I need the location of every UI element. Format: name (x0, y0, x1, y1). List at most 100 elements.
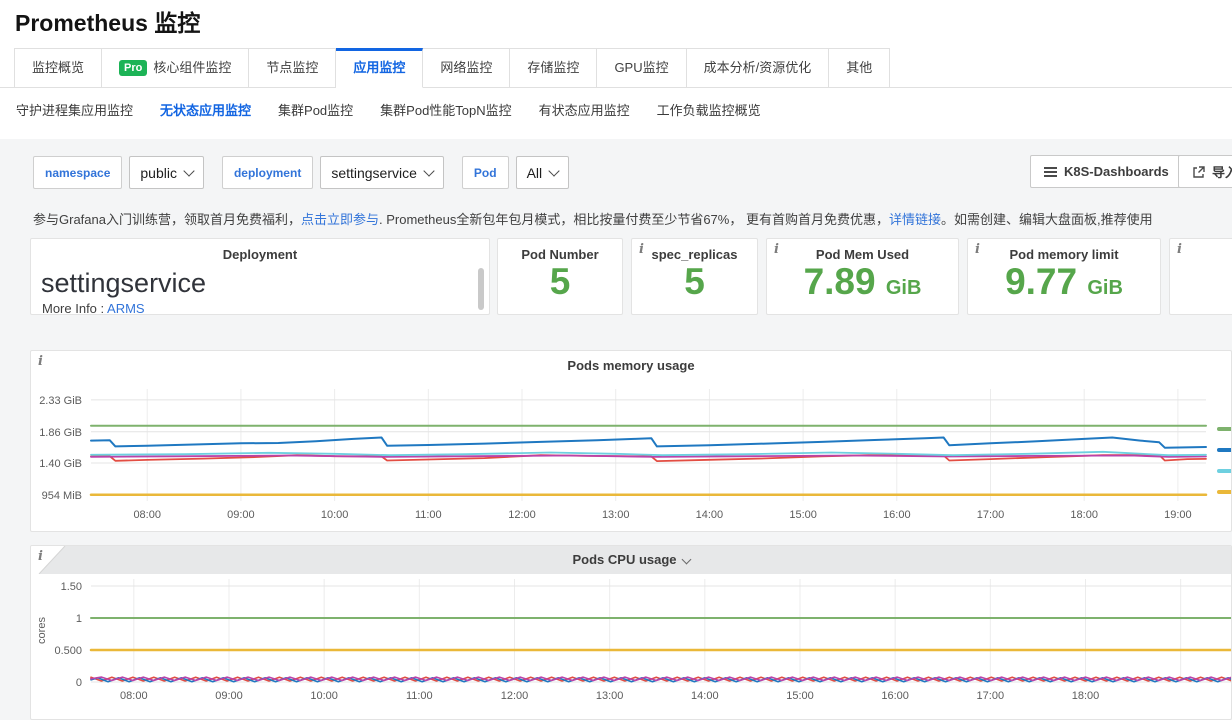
stat-panel-spec-replicas: i spec_replicas 5 (631, 238, 758, 315)
pod-number-value: 5 (498, 263, 622, 302)
info-icon[interactable]: i (38, 549, 43, 564)
svg-text:16:00: 16:00 (881, 690, 909, 702)
details-link[interactable]: 详情链接 (889, 212, 941, 227)
namespace-select[interactable]: public (129, 156, 204, 189)
info-icon[interactable]: i (975, 242, 980, 257)
stat-title: spec_replicas (632, 247, 757, 262)
deployment-value: settingservice (41, 269, 489, 299)
svg-text:17:00: 17:00 (977, 509, 1005, 521)
svg-text:cores: cores (36, 617, 48, 644)
k8s-dashboards-button[interactable]: K8S-Dashboards (1030, 155, 1183, 188)
info-icon[interactable]: i (38, 354, 43, 369)
namespace-filter: namespace public (33, 156, 204, 189)
external-link-icon (1192, 165, 1206, 179)
namespace-label: namespace (33, 156, 122, 189)
svg-text:1.50: 1.50 (61, 581, 82, 593)
subtab-pod-topn-monitor[interactable]: 集群Pod性能TopN监控 (380, 100, 511, 119)
pod-label: Pod (462, 156, 509, 189)
svg-text:18:00: 18:00 (1070, 509, 1098, 521)
chevron-down-icon (183, 165, 194, 176)
stat-title: Pod memory limit (968, 247, 1160, 262)
legend-item-green[interactable] (1217, 427, 1232, 431)
stat-title: Pod Number (498, 247, 622, 262)
svg-text:13:00: 13:00 (602, 509, 630, 521)
pod-select[interactable]: All (516, 156, 570, 189)
menu-icon (1044, 165, 1057, 179)
svg-text:1: 1 (76, 613, 82, 625)
pod-mem-used-value: 7.89 GiB (767, 263, 958, 302)
tab-others[interactable]: 其他 (829, 48, 890, 88)
svg-text:10:00: 10:00 (310, 690, 338, 702)
svg-text:15:00: 15:00 (786, 690, 814, 702)
tab-monitor-overview[interactable]: 监控概览 (14, 48, 102, 88)
tab-cost-analysis[interactable]: 成本分析/资源优化 (687, 48, 830, 88)
deployment-label: deployment (222, 156, 313, 189)
subtab-stateful-app-monitor[interactable]: 有状态应用监控 (539, 100, 630, 119)
svg-text:17:00: 17:00 (977, 690, 1005, 702)
stat-panel-deployment: Deployment settingservice More Info : AR… (30, 238, 490, 315)
deployment-filter: deployment settingservice (222, 156, 444, 189)
svg-text:2.33 GiB: 2.33 GiB (39, 395, 82, 407)
cpu-usage-chart[interactable]: 0 0.500 1 1.50 08:00 09:00 10:00 11:00 12:00 13:0… (31, 546, 1232, 720)
svg-text:15:00: 15:00 (789, 509, 817, 521)
svg-text:11:00: 11:00 (415, 509, 442, 521)
pod-filter: Pod All (462, 156, 569, 189)
secondary-tabbar: 守护进程集应用监控 无状态应用监控 集群Pod监控 集群Pod性能TopN监控 … (16, 100, 761, 119)
legend-item-blue[interactable] (1217, 448, 1232, 452)
svg-text:1.86 GiB: 1.86 GiB (39, 427, 82, 439)
stat-panel-partial: i (1169, 238, 1232, 315)
svg-text:08:00: 08:00 (120, 690, 148, 702)
svg-text:09:00: 09:00 (227, 509, 255, 521)
tab-gpu-monitor[interactable]: GPU监控 (597, 48, 686, 88)
deployment-select[interactable]: settingservice (320, 156, 444, 189)
subtab-cluster-pod-monitor[interactable]: 集群Pod监控 (278, 100, 353, 119)
memory-chart-panel: i Pods memory usage 954 MiB1.40 GiB1.86 … (30, 350, 1232, 532)
page-title: Prometheus 监控 (15, 4, 200, 38)
tab-storage-monitor[interactable]: 存储监控 (510, 48, 597, 88)
svg-text:0: 0 (76, 677, 82, 689)
stat-title: Deployment (31, 247, 489, 262)
more-info-text: More Info : ARMS (42, 301, 145, 315)
legend-item-orange[interactable] (1217, 490, 1232, 494)
svg-text:13:00: 13:00 (596, 690, 624, 702)
import-grafana-button[interactable]: 导入 G (1178, 155, 1232, 188)
memory-usage-chart[interactable]: 954 MiB 1.40 GiB 1.86 GiB 2.33 GiB 08:00 09:0… (31, 351, 1232, 532)
panel-scrollbar[interactable] (478, 268, 484, 310)
svg-text:14:00: 14:00 (691, 690, 719, 702)
pro-badge: Pro (119, 60, 147, 76)
chevron-down-icon (548, 165, 559, 176)
tab-node-monitor[interactable]: 节点监控 (249, 48, 336, 88)
info-icon[interactable]: i (639, 242, 644, 257)
tab-network-monitor[interactable]: 网络监控 (423, 48, 510, 88)
stat-panel-pod-memory-limit: i Pod memory limit 9.77 GiB (967, 238, 1161, 315)
spec-replicas-value: 5 (632, 263, 757, 302)
subtab-stateless-app-monitor[interactable]: 无状态应用监控 (160, 100, 251, 119)
svg-text:09:00: 09:00 (215, 690, 243, 702)
join-now-link[interactable]: 点击立即参与 (301, 212, 379, 227)
info-icon[interactable]: i (774, 242, 779, 257)
tab-core-components[interactable]: Pro核心组件监控 (102, 48, 249, 88)
arms-link[interactable]: ARMS (107, 301, 145, 315)
svg-text:16:00: 16:00 (883, 509, 911, 521)
svg-text:08:00: 08:00 (133, 509, 161, 521)
subtab-daemonset-monitor[interactable]: 守护进程集应用监控 (16, 100, 133, 119)
tab-app-monitor[interactable]: 应用监控 (336, 48, 423, 88)
stat-title: Pod Mem Used (767, 247, 958, 262)
subtab-workload-overview[interactable]: 工作负载监控概览 (657, 100, 761, 119)
svg-text:10:00: 10:00 (321, 509, 349, 521)
info-icon[interactable]: i (1177, 242, 1182, 257)
legend-item-cyan[interactable] (1217, 469, 1232, 473)
filter-row: namespace public deployment settingservi… (33, 156, 587, 189)
primary-tabbar: 监控概览 Pro核心组件监控 节点监控 应用监控 网络监控 存储监控 GPU监控… (14, 48, 890, 88)
svg-text:18:00: 18:00 (1072, 690, 1100, 702)
unit-label: GiB (886, 277, 922, 299)
pod-memory-limit-value: 9.77 GiB (968, 263, 1160, 302)
svg-text:11:00: 11:00 (406, 690, 433, 702)
stat-panel-pod-number: Pod Number 5 (497, 238, 623, 315)
unit-label: GiB (1087, 277, 1123, 299)
svg-text:14:00: 14:00 (696, 509, 724, 521)
svg-text:1.40 GiB: 1.40 GiB (39, 458, 82, 470)
svg-text:12:00: 12:00 (501, 690, 529, 702)
svg-text:0.500: 0.500 (54, 645, 82, 657)
svg-text:954 MiB: 954 MiB (42, 490, 82, 502)
